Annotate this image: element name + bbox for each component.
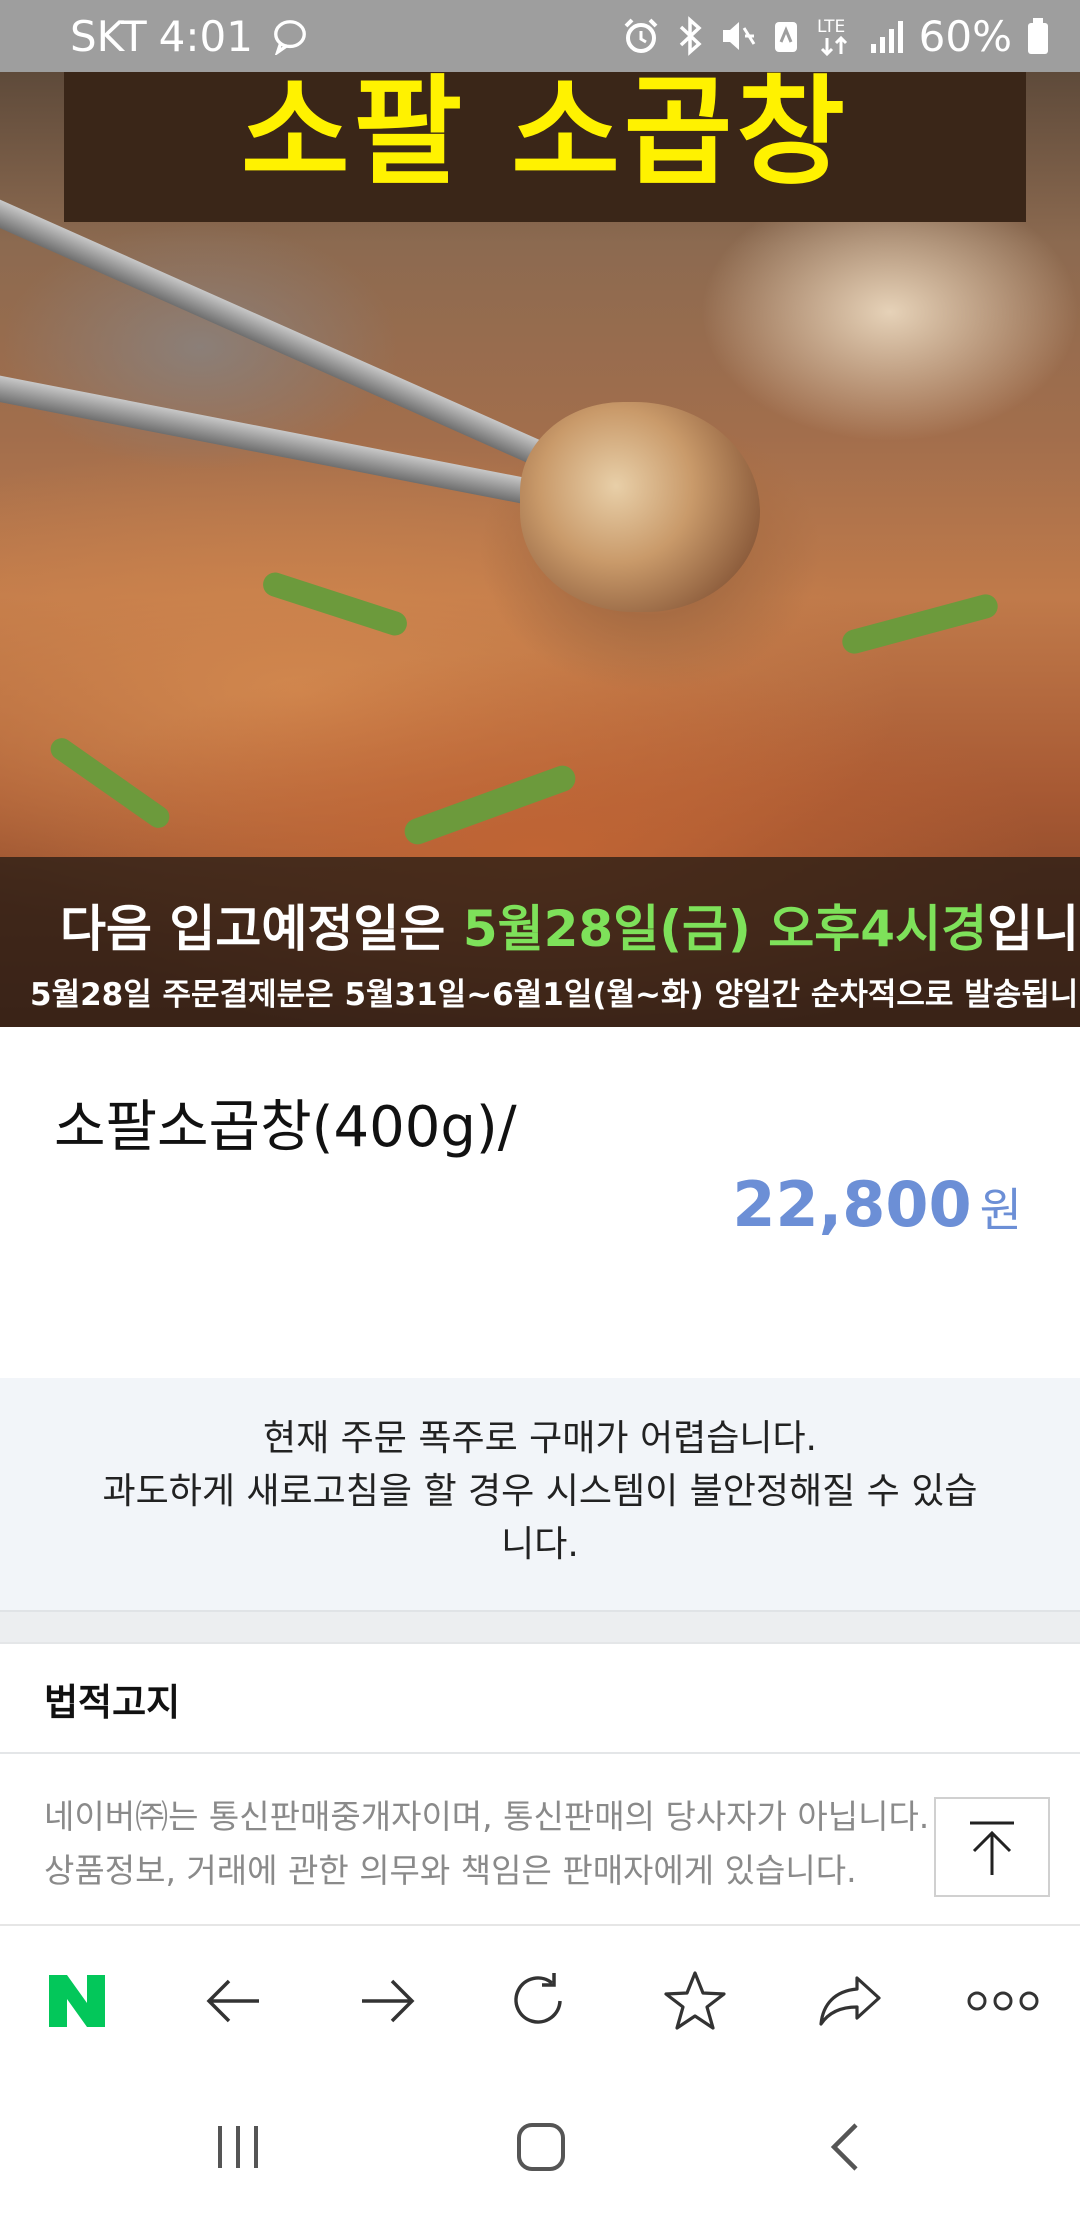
brand-title: 소팔 소곱창 xyxy=(241,72,849,201)
carrier-label: SKT xyxy=(70,11,147,61)
order-notice: 현재 주문 폭주로 구매가 어렵습니다. 과도하게 새로고침을 할 경우 시스템… xyxy=(0,1378,1080,1610)
star-icon xyxy=(664,1971,726,2030)
signal-icon xyxy=(870,21,903,53)
mute-icon xyxy=(722,22,755,50)
restock-prefix: 다음 입고예정일은 xyxy=(60,900,463,958)
product-title: 소팔소곱창(400g)/ xyxy=(54,1095,517,1160)
scroll-to-top-button[interactable] xyxy=(934,1797,1050,1897)
back-icon xyxy=(830,2123,858,2171)
clock: 4:01 xyxy=(158,11,253,61)
green-onion xyxy=(839,591,1001,657)
notice-line: 과도하게 새로고침을 할 경우 시스템이 불안정해질 수 있습 xyxy=(102,1471,978,1512)
legal-line: 네이버㈜는 통신판매중개자이며, 통신판매의 당사자가 아닙니다. 상 xyxy=(44,1797,971,1836)
system-navigation-bar xyxy=(0,2074,1080,2220)
lte-icon: LTE xyxy=(817,17,847,57)
nfc-icon xyxy=(774,22,797,52)
green-onion xyxy=(400,762,580,848)
forward-button[interactable] xyxy=(338,1926,438,2076)
more-icon xyxy=(967,1991,1039,2011)
back-button[interactable] xyxy=(183,1926,283,2076)
bookmark-button[interactable] xyxy=(645,1926,745,2076)
system-back-button[interactable] xyxy=(784,2074,904,2220)
naver-home-button[interactable] xyxy=(27,1926,127,2076)
restock-date: 5월28일(금) 오후4시경 xyxy=(462,900,988,958)
restock-notice: 다음 입고예정일은 5월28일(금) 오후4시경입니다. xyxy=(60,889,1080,961)
restock-suffix: 입니다. xyxy=(987,900,1080,958)
notice-line: 현재 주문 폭주로 구매가 어렵습니다. xyxy=(262,1418,818,1459)
forward-arrow-icon xyxy=(362,1979,415,2023)
refresh-icon xyxy=(514,1973,562,2024)
message-icon xyxy=(274,20,306,55)
more-button[interactable] xyxy=(953,1926,1053,2076)
recent-apps-icon xyxy=(218,2126,258,2168)
alarm-icon xyxy=(624,18,658,53)
arrow-up-icon xyxy=(970,1821,1014,1875)
restock-banner: 다음 입고예정일은 5월28일(금) 오후4시경입니다. 5월28일 주문결제분… xyxy=(0,857,1080,1027)
legal-notice-title: 법적고지 xyxy=(44,1681,181,1724)
recent-apps-button[interactable] xyxy=(178,2074,298,2220)
green-onion xyxy=(259,569,411,639)
home-icon xyxy=(517,2123,565,2171)
battery-icon xyxy=(1028,18,1048,54)
notice-line: 니다. xyxy=(501,1524,579,1565)
status-bar: SKT 4:01 LTE 60% xyxy=(0,0,1080,72)
product-price: 22,800 원 xyxy=(732,1168,1022,1241)
refresh-button[interactable] xyxy=(490,1926,590,2076)
legal-line: 상품정보, 거래에 관한 의무와 책임은 판매자에게 있습니다. xyxy=(44,1851,857,1890)
home-button[interactable] xyxy=(481,2074,601,2220)
price-amount: 22,800 xyxy=(732,1168,972,1241)
section-divider xyxy=(0,1610,1080,1642)
legal-notice-text: 네이버㈜는 통신판매중개자이며, 통신판매의 당사자가 아닙니다. 상 상품정보… xyxy=(44,1790,970,1898)
brand-banner: 소팔 소곱창 xyxy=(64,72,1026,222)
product-hero-image: 소팔 소곱창 다음 입고예정일은 5월28일(금) 오후4시경입니다. 5월28… xyxy=(0,72,1080,1027)
browser-toolbar xyxy=(0,1924,1080,2074)
naver-home-icon xyxy=(49,1975,105,2027)
price-unit: 원 xyxy=(979,1183,1022,1237)
back-arrow-icon xyxy=(206,1979,259,2023)
legal-notice-header[interactable]: 법적고지 xyxy=(0,1642,1080,1754)
share-icon xyxy=(819,1976,881,2026)
green-onion xyxy=(46,733,174,833)
shipping-notice: 5월28일 주문결제분은 5월31일~6월1일(월~화) 양일간 순차적으로 발… xyxy=(30,977,1080,1013)
share-button[interactable] xyxy=(800,1926,900,2076)
bluetooth-icon xyxy=(679,16,702,56)
battery-percent: 60% xyxy=(918,11,1012,61)
svg-text:LTE: LTE xyxy=(817,17,845,37)
